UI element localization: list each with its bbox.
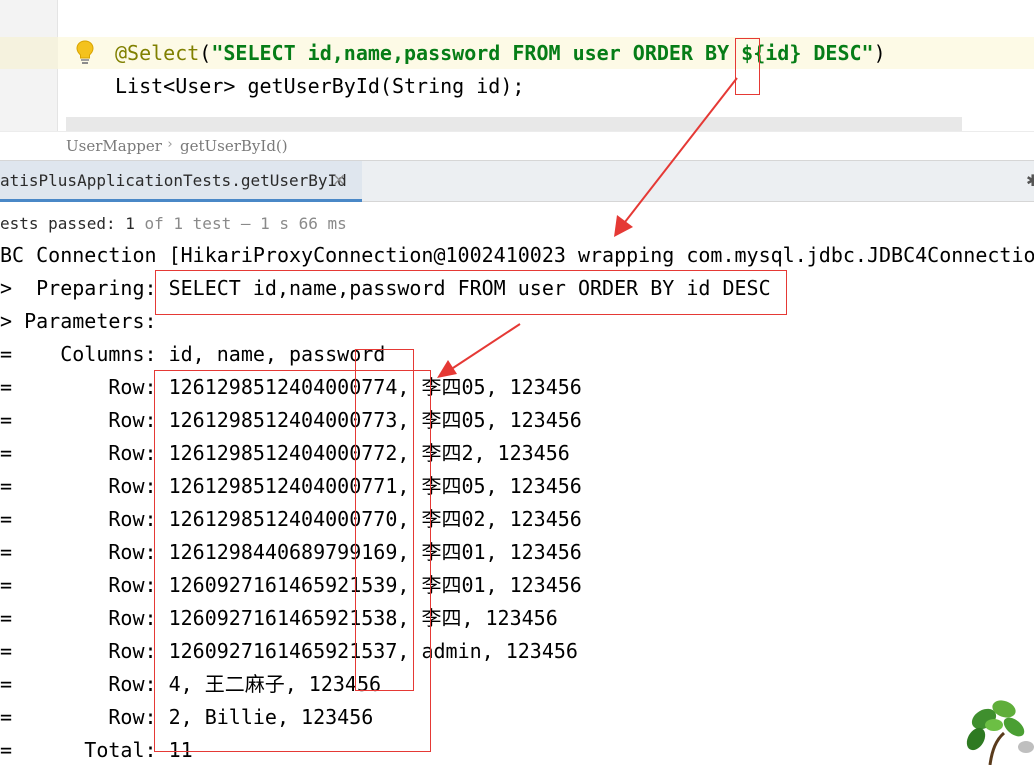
status-prefix: ests passed:: [0, 214, 126, 233]
console-parameters-line: > Parameters:: [0, 309, 169, 333]
row-prefix: = Row:: [0, 606, 169, 630]
code-line-select-annotation[interactable]: @Select("SELECT id,name,password FROM us…: [115, 37, 886, 69]
row-prefix: = Row:: [0, 441, 169, 465]
code-line-method-signature[interactable]: List<User> getUserById(String id);: [115, 70, 524, 102]
status-passed-count: 1: [125, 214, 135, 233]
gutter-current-line: [0, 37, 58, 69]
columns-value: id, name, password: [168, 342, 386, 366]
status-summary: of 1 test – 1 s 66 ms: [134, 214, 347, 233]
row-prefix: = Row:: [0, 507, 169, 531]
test-status-text: ests passed: 1 of 1 test – 1 s 66 ms: [0, 214, 347, 233]
markup-box-placeholder: [735, 38, 760, 95]
breadcrumb-item-getuserbyid[interactable]: getUserById(): [180, 137, 288, 155]
preparing-prefix: > Preparing:: [0, 276, 169, 300]
breadcrumb-separator: ›: [166, 137, 174, 152]
tab-label: atisPlusApplicationTests.getUserById: [0, 171, 347, 190]
plant-decoration: [966, 700, 1034, 765]
gear-icon[interactable]: ✱: [1026, 171, 1034, 190]
columns-prefix: = Columns:: [0, 342, 169, 366]
editor-horizontal-scrollbar[interactable]: [66, 117, 962, 131]
row-prefix: = Row:: [0, 474, 169, 498]
console-connection-line: BC Connection [HikariProxyConnection@100…: [0, 243, 1034, 267]
console-columns-line: = Columns: id, name, password: [0, 341, 385, 367]
total-prefix: = Total:: [0, 738, 169, 762]
tab-run-configuration[interactable]: atisPlusApplicationTests.getUserById ×: [0, 161, 362, 202]
annotation-token: @Select: [115, 41, 200, 65]
row-prefix: = Row:: [0, 540, 169, 564]
test-status-bar: ests passed: 1 of 1 test – 1 s 66 ms: [0, 202, 1034, 244]
sql-string-literal: "SELECT id,name,password FROM user ORDER…: [211, 41, 874, 65]
paren-open: (: [199, 41, 212, 65]
code-editor[interactable]: @Select("SELECT id,name,password FROM us…: [0, 0, 1034, 131]
paren-close: ): [873, 41, 886, 65]
markup-box-prepared-sql: [155, 270, 787, 315]
lightbulb-icon[interactable]: [76, 40, 94, 64]
breadcrumb: UserMapper › getUserById(): [0, 131, 1034, 160]
run-tab-bar: atisPlusApplicationTests.getUserById × ✱: [0, 160, 1034, 202]
row-prefix: = Row:: [0, 375, 169, 399]
breadcrumb-item-usermapper[interactable]: UserMapper: [66, 137, 162, 155]
close-icon[interactable]: ×: [332, 170, 346, 190]
markup-box-order-column: [355, 349, 414, 691]
row-prefix: = Row:: [0, 573, 169, 597]
row-prefix: = Row:: [0, 639, 169, 663]
row-prefix: = Row:: [0, 408, 169, 432]
row-prefix: = Row:: [0, 672, 169, 696]
row-prefix: = Row:: [0, 705, 169, 729]
